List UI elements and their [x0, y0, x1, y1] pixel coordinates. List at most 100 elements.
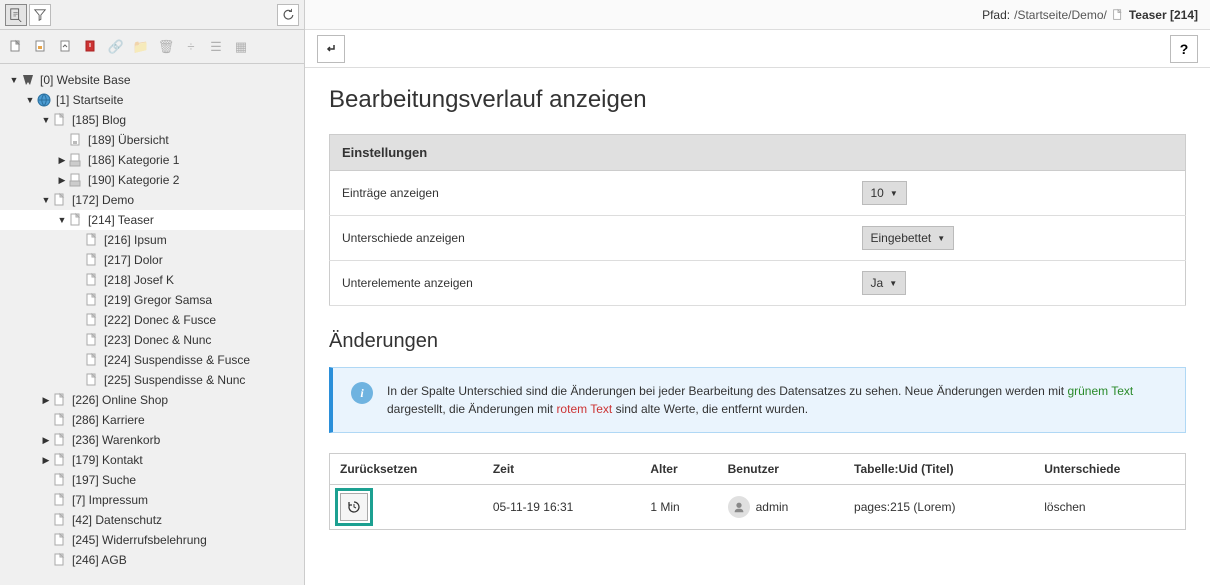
setting-dropdown[interactable]: 10▼	[862, 181, 907, 205]
change-diff: löschen	[1034, 485, 1185, 530]
divide-icon[interactable]: ÷	[181, 37, 201, 57]
filter-tree-button[interactable]	[29, 4, 51, 26]
tree-node[interactable]: [7] Impressum	[0, 490, 304, 510]
tree-node[interactable]: ▶[186] Kategorie 1	[0, 150, 304, 170]
path-page-uid: [214]	[1170, 8, 1198, 22]
tree-label: [0] Website Base	[40, 73, 131, 87]
info-text-2: dargestellt, die Änderungen mit	[387, 402, 556, 416]
back-button[interactable]	[317, 35, 345, 63]
new-page-icon[interactable]	[6, 37, 26, 57]
setting-value: Eingebettet	[871, 231, 932, 245]
tree-toggle-icon[interactable]: ▼	[40, 115, 52, 125]
setting-dropdown[interactable]: Ja▼	[862, 271, 907, 295]
settings-table: Einstellungen Einträge anzeigen10▼Unters…	[329, 134, 1186, 306]
tree-node[interactable]: [222] Donec & Fusce	[0, 310, 304, 330]
path-bar: Pfad: /Startseite/Demo/ Teaser [214]	[305, 0, 1210, 30]
page-tree[interactable]: ▼[0] Website Base▼[1] Startseite▼[185] B…	[0, 64, 304, 585]
tree-toggle-icon[interactable]: ▶	[40, 395, 52, 406]
tree-node[interactable]: [224] Suspendisse & Fusce	[0, 350, 304, 370]
tree-node[interactable]: [217] Dolor	[0, 250, 304, 270]
tree-node[interactable]: [189] Übersicht	[0, 130, 304, 150]
list-icon[interactable]: ☰	[206, 37, 226, 57]
tree-node[interactable]: [245] Widerrufsbelehrung	[0, 530, 304, 550]
link-icon[interactable]: 🔗	[106, 37, 126, 57]
setting-label: Unterschiede anzeigen	[330, 216, 850, 261]
refresh-icon	[281, 8, 295, 22]
tree-toggle-icon[interactable]: ▶	[56, 175, 68, 186]
col-user: Benutzer	[718, 454, 844, 485]
tree-node[interactable]: ▶ [179] Kontakt	[0, 450, 304, 470]
caret-down-icon: ▼	[937, 234, 945, 243]
page-lock-icon[interactable]	[31, 37, 51, 57]
folder-icon	[68, 172, 84, 188]
tree-node[interactable]: [225] Suspendisse & Nunc	[0, 370, 304, 390]
tree-node[interactable]: [219] Gregor Samsa	[0, 290, 304, 310]
tree-label: [197] Suche	[72, 473, 136, 487]
revert-button[interactable]	[340, 493, 368, 521]
typo3-icon	[20, 72, 36, 88]
info-text-3: sind alte Werte, die entfernt wurden.	[616, 402, 809, 416]
tree-node[interactable]: [218] Josef K	[0, 270, 304, 290]
page-icon	[52, 452, 68, 468]
tree-node[interactable]: ▶[236] Warenkorb	[0, 430, 304, 450]
tree-toggle-icon[interactable]: ▼	[40, 195, 52, 205]
tree-node[interactable]: ▶[226] Online Shop	[0, 390, 304, 410]
setting-value: 10	[871, 186, 884, 200]
tree-node[interactable]: ▼ [172] Demo	[0, 190, 304, 210]
refresh-tree-button[interactable]	[277, 4, 299, 26]
help-button[interactable]: ?	[1170, 35, 1198, 63]
tree-label: [190] Kategorie 2	[88, 173, 179, 187]
grid-icon[interactable]: ▦	[231, 37, 251, 57]
tree-node[interactable]: ▼ [185] Blog	[0, 110, 304, 130]
trash-icon[interactable]: 🗑	[156, 37, 176, 57]
page-icon	[52, 492, 68, 508]
tree-toggle-icon[interactable]: ▼	[8, 75, 20, 85]
user-avatar-icon	[728, 496, 750, 518]
tree-node[interactable]: [223] Donec & Nunc	[0, 330, 304, 350]
tree-label: [245] Widerrufsbelehrung	[72, 533, 207, 547]
history-icon	[346, 499, 362, 515]
tree-toggle-icon[interactable]: ▶	[56, 155, 68, 166]
tree-node[interactable]: ▼ [0] Website Base	[0, 70, 304, 90]
tree-node[interactable]: ▼[1] Startseite	[0, 90, 304, 110]
page-icon	[84, 352, 100, 368]
tree-action-bar: 🔗 📁 🗑 ÷ ☰ ▦	[0, 30, 304, 64]
setting-dropdown[interactable]: Eingebettet ▼	[862, 226, 955, 250]
page-icon	[52, 532, 68, 548]
page-shortcut-icon[interactable]	[56, 37, 76, 57]
folder-icon[interactable]: 📁	[131, 37, 151, 57]
page-icon	[68, 212, 84, 228]
page-delete-icon[interactable]	[81, 37, 101, 57]
tree-label: [217] Dolor	[104, 253, 163, 267]
tree-node[interactable]: [216] Ipsum	[0, 230, 304, 250]
settings-row: Einträge anzeigen10▼	[330, 171, 1186, 216]
col-diff: Unterschiede	[1034, 454, 1185, 485]
tree-label: [7] Impressum	[72, 493, 148, 507]
settings-header: Einstellungen	[330, 135, 1186, 171]
change-age: 1 Min	[640, 485, 717, 530]
page-icon	[52, 512, 68, 528]
tree-label: [185] Blog	[72, 113, 126, 127]
new-page-drag-button[interactable]	[5, 4, 27, 26]
page-icon	[84, 292, 100, 308]
page-icon	[84, 312, 100, 328]
tree-toggle-icon[interactable]: ▶	[40, 455, 52, 466]
page-icon	[84, 272, 100, 288]
tree-toggle-icon[interactable]: ▶	[40, 435, 52, 446]
tree-node[interactable]: [246] AGB	[0, 550, 304, 570]
page-icon	[84, 232, 100, 248]
tree-node[interactable]: [42] Datenschutz	[0, 510, 304, 530]
tree-toggle-icon[interactable]: ▼	[24, 95, 36, 105]
tree-label: [223] Donec & Nunc	[104, 333, 211, 347]
tree-label: [172] Demo	[72, 193, 134, 207]
tree-label: [179] Kontakt	[72, 453, 143, 467]
main-content: Bearbeitungsverlauf anzeigen Einstellung…	[305, 68, 1210, 585]
tree-label: [219] Gregor Samsa	[104, 293, 212, 307]
tree-label: [286] Karriere	[72, 413, 145, 427]
tree-toggle-icon[interactable]: ▼	[56, 215, 68, 225]
tree-node[interactable]: ▼[214] Teaser	[0, 210, 304, 230]
tree-node[interactable]: [286] Karriere	[0, 410, 304, 430]
content-toolbar: ?	[305, 30, 1210, 68]
tree-node[interactable]: ▶ [190] Kategorie 2	[0, 170, 304, 190]
tree-node[interactable]: [197] Suche	[0, 470, 304, 490]
